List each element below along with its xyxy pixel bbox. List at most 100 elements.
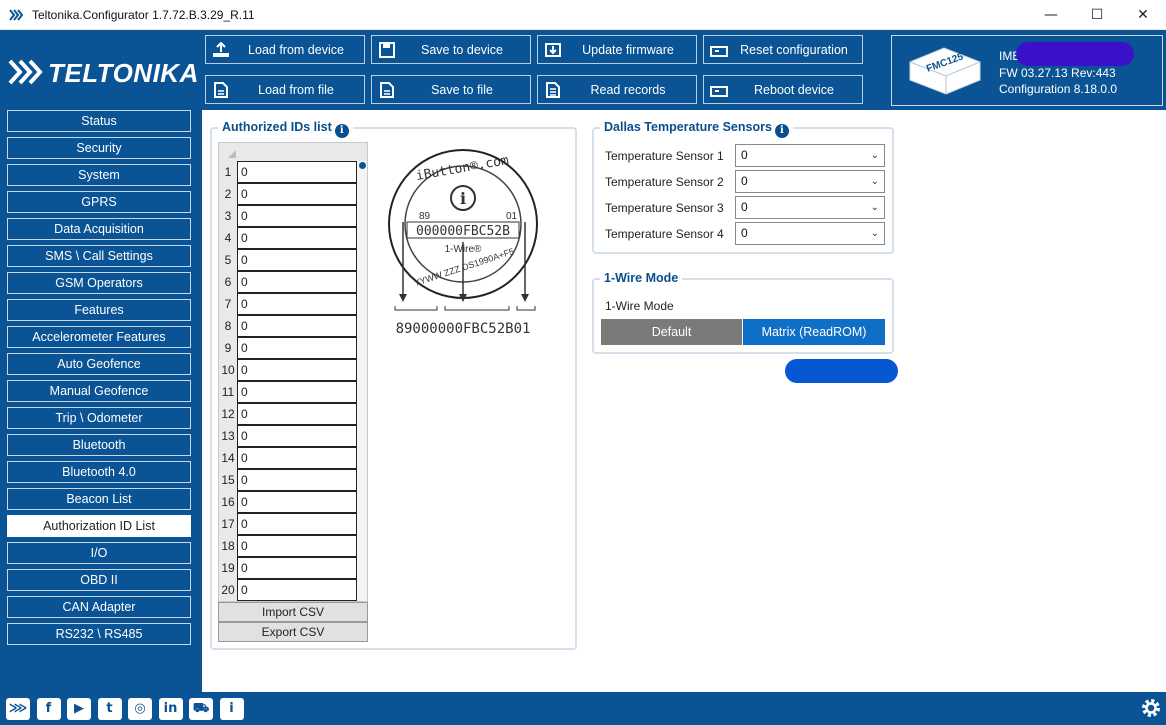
teltonika-app-icon [9, 9, 24, 21]
reset-configuration-button[interactable]: Reset configuration [703, 35, 863, 64]
read-records-button[interactable]: Read records [537, 75, 697, 104]
authorized-id-cell[interactable]: 0 [237, 161, 357, 183]
one-wire-default-option[interactable]: Default [601, 319, 742, 345]
temperature-sensor-value: 0 [741, 200, 748, 214]
sidebar-item-system[interactable]: System [7, 164, 191, 186]
authorized-id-cell[interactable]: 0 [237, 359, 357, 381]
sidebar-item-status[interactable]: Status [7, 110, 191, 132]
load-from-device-button[interactable]: Load from device [205, 35, 365, 64]
authorized-id-cell[interactable]: 0 [237, 293, 357, 315]
authorized-id-cell[interactable]: 0 [237, 513, 357, 535]
car-icon[interactable]: ⛟ [189, 698, 213, 720]
sidebar-item-gsm-operators[interactable]: GSM Operators [7, 272, 191, 294]
save-icon [379, 42, 395, 58]
temperature-sensor-label: Temperature Sensor 1 [605, 149, 724, 163]
redacted-imei [1016, 42, 1134, 66]
sidebar-item-accelerometer-features[interactable]: Accelerometer Features [7, 326, 191, 348]
temperature-sensor-select[interactable]: 0 ⌄ [735, 196, 885, 219]
temperature-sensor-select[interactable]: 0 ⌄ [735, 144, 885, 167]
authorized-id-cell[interactable]: 0 [237, 535, 357, 557]
svg-text:i: i [460, 189, 466, 208]
upload-icon [213, 42, 229, 57]
save-to-device-button[interactable]: Save to device [371, 35, 531, 64]
reboot-icon [710, 86, 728, 97]
instagram-icon[interactable]: ◎ [128, 698, 152, 720]
temperature-sensor-label: Temperature Sensor 3 [605, 201, 724, 215]
teltonika-icon[interactable]: ⋙ [6, 698, 30, 720]
row-number: 16 [221, 495, 235, 509]
authorized-id-cell[interactable]: 0 [237, 249, 357, 271]
device-info-panel: FMC125 IMEI FW 03.27.13 Rev:443 Configur… [891, 35, 1163, 106]
authorized-id-cell[interactable]: 0 [237, 425, 357, 447]
row-number: 20 [221, 583, 235, 597]
authorized-id-cell[interactable]: 0 [237, 403, 357, 425]
gear-icon[interactable] [1139, 696, 1163, 720]
load-from-file-button[interactable]: Load from file [205, 75, 365, 104]
sidebar-item-features[interactable]: Features [7, 299, 191, 321]
sidebar-item-auto-geofence[interactable]: Auto Geofence [7, 353, 191, 375]
device-image: FMC125 [909, 47, 981, 95]
sidebar-item-trip-odometer[interactable]: Trip \ Odometer [7, 407, 191, 429]
file-save-icon [380, 82, 394, 98]
row-number: 2 [224, 187, 232, 201]
sidebar-item-sms-call-settings[interactable]: SMS \ Call Settings [7, 245, 191, 267]
authorized-id-cell[interactable]: 0 [237, 227, 357, 249]
sidebar-item-data-acquisition[interactable]: Data Acquisition [7, 218, 191, 240]
facebook-icon[interactable]: f [36, 698, 61, 720]
export-csv-button[interactable]: Export CSV [218, 622, 368, 642]
file-load-icon [214, 82, 228, 98]
authorized-id-cell[interactable]: 0 [237, 469, 357, 491]
row-number: 4 [224, 231, 232, 245]
authorized-id-cell[interactable]: 0 [237, 447, 357, 469]
temperature-sensor-label: Temperature Sensor 4 [605, 227, 724, 241]
info-icon[interactable]: i [334, 124, 349, 138]
authorized-id-cell[interactable]: 0 [237, 381, 357, 403]
sidebar-item-manual-geofence[interactable]: Manual Geofence [7, 380, 191, 402]
row-number: 18 [221, 539, 235, 553]
redacted-blob [785, 359, 898, 383]
sidebar-item-bluetooth[interactable]: Bluetooth [7, 434, 191, 456]
authorized-id-cell[interactable]: 0 [237, 337, 357, 359]
authorized-id-cell[interactable]: 0 [237, 205, 357, 227]
temperature-sensor-select[interactable]: 0 ⌄ [735, 222, 885, 245]
save-to-file-button[interactable]: Save to file [371, 75, 531, 104]
authorized-id-cell[interactable]: 0 [237, 557, 357, 579]
sidebar-item-bluetooth-4-0[interactable]: Bluetooth 4.0 [7, 461, 191, 483]
scroll-thumb[interactable] [359, 162, 366, 169]
sidebar-item-rs232-rs485[interactable]: RS232 \ RS485 [7, 623, 191, 645]
reboot-device-button[interactable]: Reboot device [703, 75, 863, 104]
authorized-id-cell[interactable]: 0 [237, 183, 357, 205]
linkedin-icon[interactable]: in [158, 698, 183, 720]
authorized-id-cell[interactable]: 0 [237, 271, 357, 293]
authorized-id-cell[interactable]: 0 [237, 579, 357, 601]
row-number: 14 [221, 451, 235, 465]
sidebar-item-gprs[interactable]: GPRS [7, 191, 191, 213]
sidebar-item-can-adapter[interactable]: CAN Adapter [7, 596, 191, 618]
info-icon[interactable]: i [774, 124, 789, 138]
minimize-button[interactable]: — [1028, 0, 1074, 30]
sidebar-item-authorization-id-list[interactable]: Authorization ID List [7, 515, 191, 537]
maximize-button[interactable]: ☐ [1074, 0, 1120, 30]
ibutton-diagram: iButton®.com i 89 01 000000FBC52B 1-Wire… [385, 142, 551, 340]
records-icon [546, 82, 560, 98]
authorized-id-cell[interactable]: 0 [237, 315, 357, 337]
table-scrollbar[interactable] [357, 161, 367, 601]
close-button[interactable]: ✕ [1120, 0, 1166, 30]
sidebar-item-i-o[interactable]: I/O [7, 542, 191, 564]
import-csv-button[interactable]: Import CSV [218, 602, 368, 622]
twitter-icon[interactable]: t [97, 698, 122, 720]
authorized-id-cell[interactable]: 0 [237, 491, 357, 513]
row-number: 10 [221, 363, 235, 377]
sidebar-item-security[interactable]: Security [7, 137, 191, 159]
temperature-sensor-select[interactable]: 0 ⌄ [735, 170, 885, 193]
temperature-sensor-value: 0 [741, 148, 748, 162]
info-icon[interactable]: i [219, 698, 244, 720]
youtube-icon[interactable]: ▶ [67, 698, 91, 720]
sidebar-item-obd-ii[interactable]: OBD II [7, 569, 191, 591]
row-number: 17 [221, 517, 235, 531]
one-wire-matrix-option[interactable]: Matrix (ReadROM) [743, 319, 885, 345]
update-firmware-button[interactable]: Update firmware [537, 35, 697, 64]
sidebar-item-beacon-list[interactable]: Beacon List [7, 488, 191, 510]
logo-mark-icon [8, 59, 43, 85]
row-number: 19 [221, 561, 235, 575]
